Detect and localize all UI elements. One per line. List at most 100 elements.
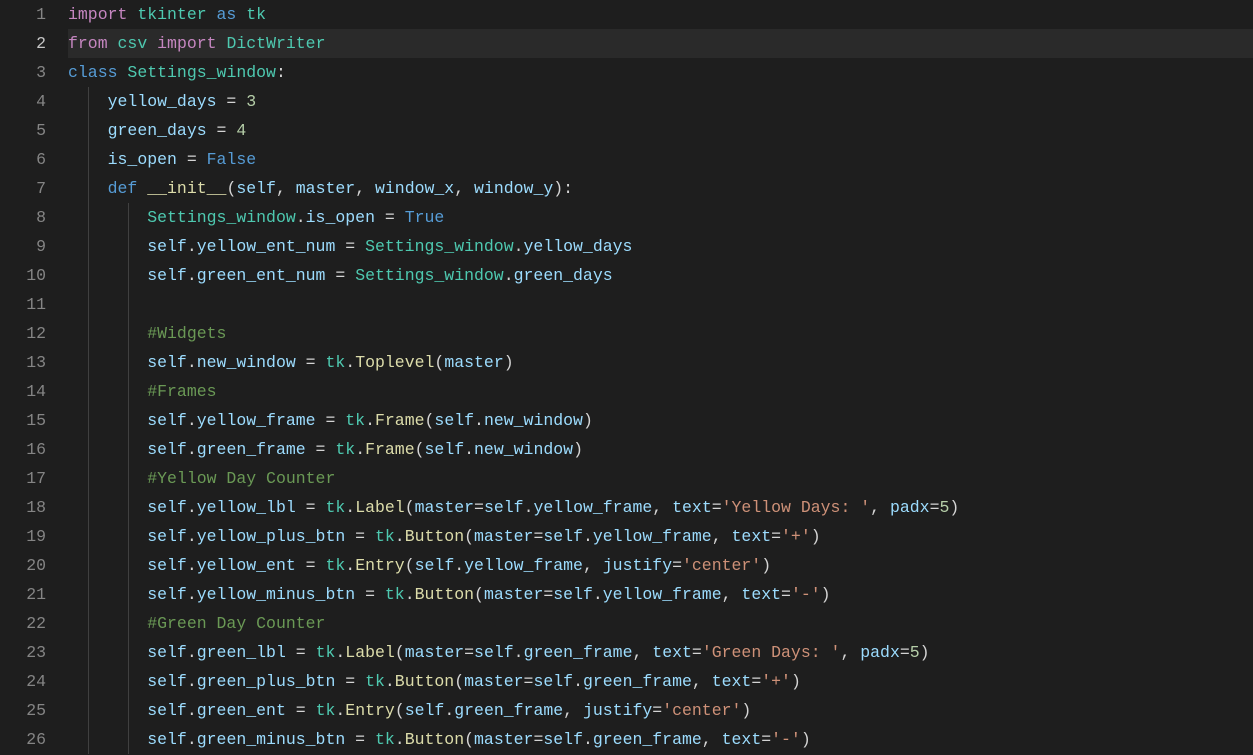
token: #Widgets — [147, 324, 226, 343]
token: = — [177, 150, 207, 169]
token: 3 — [246, 92, 256, 111]
token: green_frame — [583, 672, 692, 691]
token: self — [147, 730, 187, 749]
code-line[interactable]: yellow_days = 3 — [68, 87, 1253, 116]
code-line[interactable]: class Settings_window: — [68, 58, 1253, 87]
code-line[interactable]: def __init__(self, master, window_x, win… — [68, 174, 1253, 203]
code-line[interactable]: self.yellow_ent_num = Settings_window.ye… — [68, 232, 1253, 261]
code-line[interactable]: self.yellow_frame = tk.Frame(self.new_wi… — [68, 406, 1253, 435]
token: = — [712, 498, 722, 517]
token: yellow_frame — [464, 556, 583, 575]
code-line[interactable]: self.yellow_minus_btn = tk.Button(master… — [68, 580, 1253, 609]
token: text — [741, 585, 781, 604]
token: . — [187, 701, 197, 720]
token: . — [296, 208, 306, 227]
code-line[interactable] — [68, 290, 1253, 319]
token: Settings_window — [127, 63, 276, 82]
code-line[interactable]: from csv import DictWriter — [68, 29, 1253, 58]
token: ) — [821, 585, 831, 604]
token: self — [543, 730, 583, 749]
token: ( — [226, 179, 236, 198]
token: = — [316, 411, 346, 430]
token: 'center' — [682, 556, 761, 575]
token: . — [187, 556, 197, 575]
token: . — [335, 701, 345, 720]
code-line[interactable]: self.green_plus_btn = tk.Button(master=s… — [68, 667, 1253, 696]
token: = — [335, 672, 365, 691]
token: green_plus_btn — [197, 672, 336, 691]
token — [207, 5, 217, 24]
token: ) — [573, 440, 583, 459]
token: . — [187, 353, 197, 372]
code-line[interactable]: #Widgets — [68, 319, 1253, 348]
token: = — [771, 527, 781, 546]
token: = — [335, 237, 365, 256]
token: ( — [454, 672, 464, 691]
line-number: 24 — [0, 667, 46, 696]
token: = — [217, 92, 247, 111]
token: green_ent_num — [197, 266, 326, 285]
token: yellow_frame — [197, 411, 316, 430]
token: Entry — [345, 701, 395, 720]
token: 5 — [939, 498, 949, 517]
token: yellow_frame — [593, 527, 712, 546]
token: = — [761, 730, 771, 749]
token: DictWriter — [226, 34, 325, 53]
token: = — [672, 556, 682, 575]
token: Frame — [365, 440, 415, 459]
code-line[interactable]: #Green Day Counter — [68, 609, 1253, 638]
code-line[interactable]: self.new_window = tk.Toplevel(master) — [68, 348, 1253, 377]
token: padx — [890, 498, 930, 517]
token: ( — [434, 353, 444, 372]
code-line[interactable]: self.yellow_lbl = tk.Label(master=self.y… — [68, 493, 1253, 522]
token: = — [286, 643, 316, 662]
token: class — [68, 63, 127, 82]
token: yellow_minus_btn — [197, 585, 355, 604]
code-line[interactable]: self.yellow_ent = tk.Entry(self.yellow_f… — [68, 551, 1253, 580]
token: yellow_days — [524, 237, 633, 256]
code-line[interactable]: self.green_ent_num = Settings_window.gre… — [68, 261, 1253, 290]
code-line[interactable]: is_open = False — [68, 145, 1253, 174]
token: green_frame — [593, 730, 702, 749]
token: ) — [761, 556, 771, 575]
code-line[interactable]: import tkinter as tk — [68, 0, 1253, 29]
token: Label — [345, 643, 395, 662]
code-line[interactable]: self.yellow_plus_btn = tk.Button(master=… — [68, 522, 1253, 551]
code-editor[interactable]: 1234567891011121314151617181920212223242… — [0, 0, 1253, 755]
code-line[interactable]: #Frames — [68, 377, 1253, 406]
token: tk — [345, 411, 365, 430]
token: Button — [405, 527, 464, 546]
token: self — [147, 498, 187, 517]
token: ) — [811, 527, 821, 546]
token: '-' — [791, 585, 821, 604]
token: ( — [425, 411, 435, 430]
code-line[interactable]: self.green_minus_btn = tk.Button(master=… — [68, 725, 1253, 754]
token: import — [157, 34, 216, 53]
token: , — [702, 730, 722, 749]
token: = — [652, 701, 662, 720]
token: . — [395, 527, 405, 546]
token: self — [147, 527, 187, 546]
code-line[interactable]: self.green_ent = tk.Entry(self.green_fra… — [68, 696, 1253, 725]
token: = — [474, 498, 484, 517]
token: ( — [405, 498, 415, 517]
code-line[interactable]: Settings_window.is_open = True — [68, 203, 1253, 232]
token: . — [355, 440, 365, 459]
token: . — [345, 353, 355, 372]
token: . — [345, 498, 355, 517]
code-line[interactable]: green_days = 4 — [68, 116, 1253, 145]
token: = — [533, 527, 543, 546]
code-line[interactable]: self.green_lbl = tk.Label(master=self.gr… — [68, 638, 1253, 667]
token: , — [355, 179, 375, 198]
token: text — [652, 643, 692, 662]
token: , — [632, 643, 652, 662]
code-line[interactable]: self.green_frame = tk.Frame(self.new_win… — [68, 435, 1253, 464]
token: , — [840, 643, 860, 662]
token: = — [692, 643, 702, 662]
code-area[interactable]: import tkinter as tkfrom csv import Dict… — [68, 0, 1253, 755]
code-line[interactable]: #Yellow Day Counter — [68, 464, 1253, 493]
token: #Frames — [147, 382, 216, 401]
token: self — [147, 266, 187, 285]
line-number: 18 — [0, 493, 46, 522]
token: . — [405, 585, 415, 604]
